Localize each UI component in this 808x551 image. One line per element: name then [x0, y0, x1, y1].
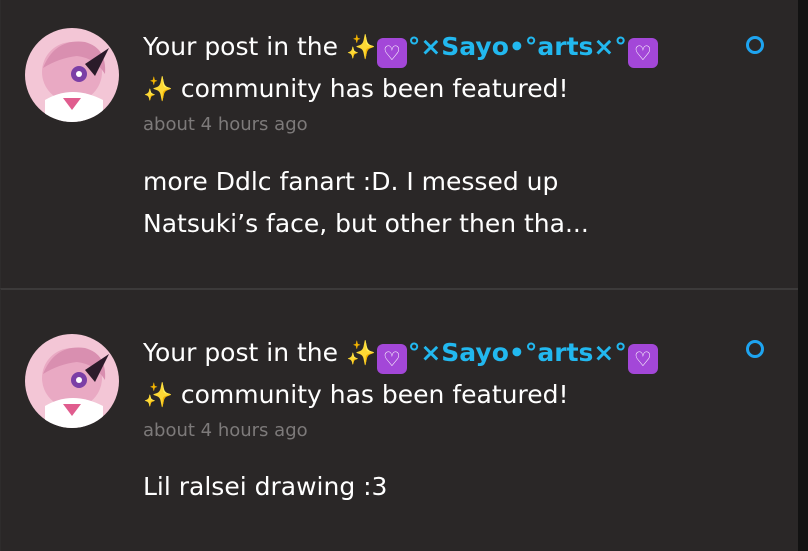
sparkles-icon: ✨ [345, 33, 376, 61]
notification-item[interactable]: Your post in the ✨ ♡ °×Sayo•°arts×° ♡ ✨ comm… [0, 288, 798, 551]
sparkles-icon: ✨ [143, 381, 173, 409]
heart-icon: ♡ [376, 38, 407, 68]
heart-icon: ♡ [376, 344, 407, 374]
unread-circle-icon[interactable] [746, 36, 764, 54]
notification-headline: Your post in the ✨ ♡ °×Sayo•°arts×° ♡ ✨ comm… [143, 26, 723, 110]
excerpt-line: Natsuki’s face, but other then tha... [143, 209, 589, 238]
headline-suffix: community has been featured! [172, 74, 569, 103]
heart-icon: ♡ [627, 38, 658, 68]
post-excerpt: Lil ralsei drawing :3 [143, 466, 703, 508]
headline-prefix: Your post in the [143, 338, 346, 367]
notification-item[interactable]: Your post in the ✨ ♡ °×Sayo•°arts×° ♡ ✨ comm… [0, 0, 798, 288]
avatar[interactable] [25, 28, 119, 122]
heart-icon: ♡ [627, 344, 658, 374]
headline-suffix: community has been featured! [172, 380, 569, 409]
avatar[interactable] [25, 334, 119, 428]
headline-prefix: Your post in the [143, 32, 346, 61]
timestamp: about 4 hours ago [143, 114, 308, 135]
excerpt-line: Lil ralsei drawing :3 [143, 472, 388, 501]
sparkles-icon: ✨ [345, 339, 376, 367]
community-name-link[interactable]: °×Sayo•°arts×° [408, 32, 627, 61]
notification-headline: Your post in the ✨ ♡ °×Sayo•°arts×° ♡ ✨ comm… [143, 332, 723, 416]
excerpt-line: more Ddlc fanart :D. I messed up [143, 167, 559, 196]
sparkles-icon: ✨ [143, 75, 173, 103]
timestamp: about 4 hours ago [143, 420, 308, 441]
community-name-link[interactable]: °×Sayo•°arts×° [408, 338, 627, 367]
notification-feed: Your post in the ✨ ♡ °×Sayo•°arts×° ♡ ✨ comm… [0, 0, 798, 551]
unread-circle-icon[interactable] [746, 340, 764, 358]
post-excerpt: more Ddlc fanart :D. I messed up Natsuki… [143, 161, 703, 245]
right-edge-strip [798, 0, 808, 551]
